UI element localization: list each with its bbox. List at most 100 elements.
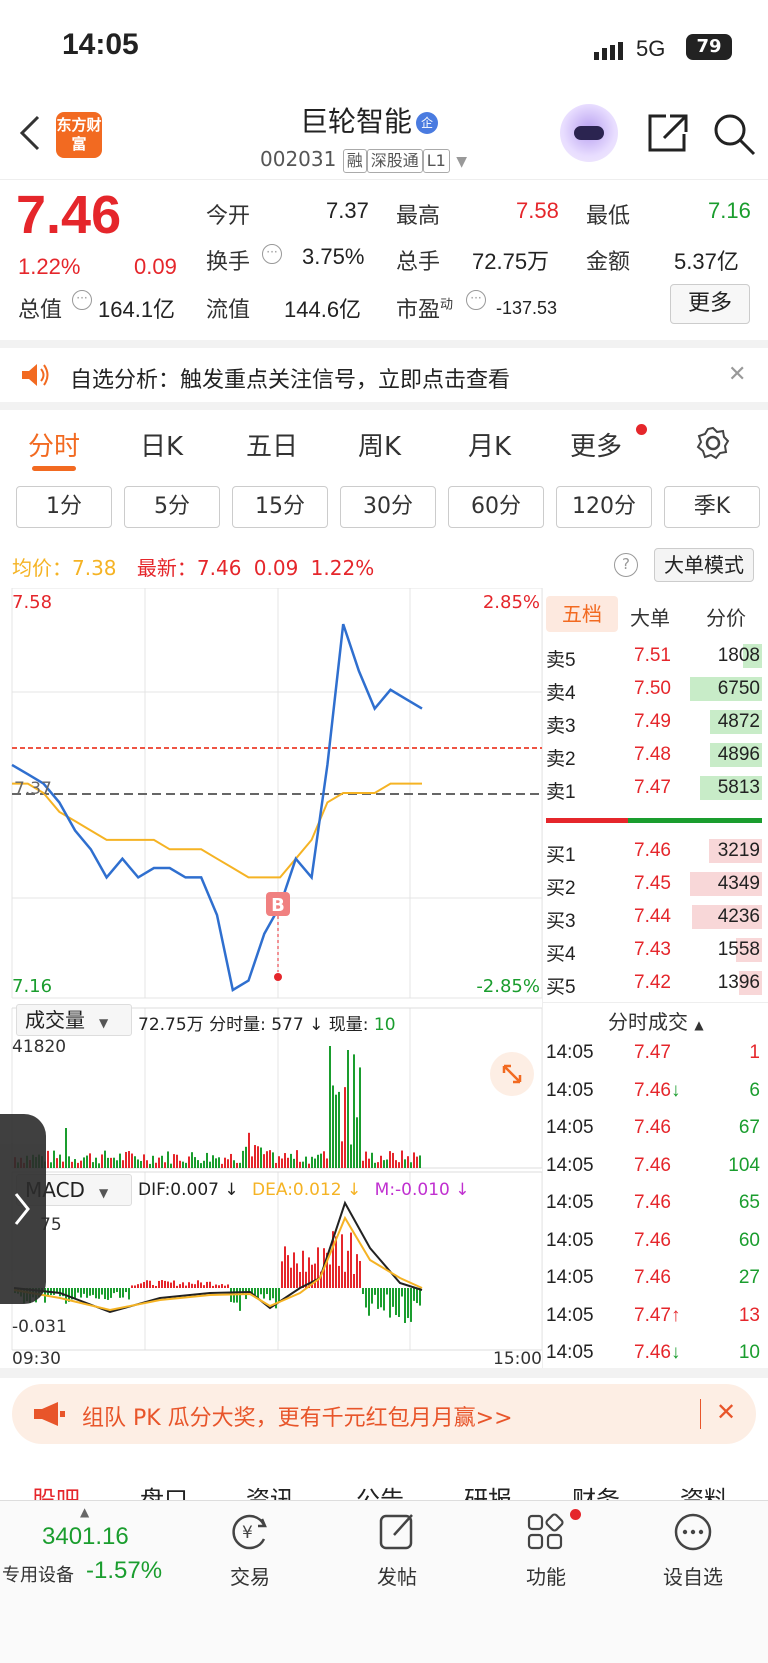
app-logo[interactable]: 东方财富: [56, 112, 102, 158]
vol-max-label: 41820: [12, 1037, 66, 1057]
ticks-title[interactable]: 分时成交 ▲: [608, 1006, 704, 1035]
ask-label: 卖1: [546, 782, 576, 803]
nav-post[interactable]: 发帖: [352, 1561, 442, 1590]
chart-info-line: 均价：7.38 最新：7.46 0.09 1.22%: [12, 556, 375, 580]
tab-five-day[interactable]: 五日: [246, 426, 298, 463]
volume-bar: [338, 1091, 340, 1168]
macd-bar: [197, 1280, 199, 1288]
intraday-chart[interactable]: B 7.58 7.16 2.85% -2.85% 7.37 41820 75 -…: [0, 588, 544, 1368]
stock-code-row[interactable]: 002031 融深股通 L1 ▼: [260, 147, 467, 173]
ask-row[interactable]: 卖5 7.51 1808: [546, 641, 762, 671]
volume-bar: [248, 1132, 250, 1168]
bid-row[interactable]: 买3 7.44 4236: [546, 902, 762, 932]
gear-icon[interactable]: [696, 426, 730, 464]
volume-bar: [140, 1160, 142, 1168]
book-tab-big-orders[interactable]: 大单: [630, 602, 670, 631]
macd-bar: [296, 1263, 298, 1288]
info-icon[interactable]: ···: [466, 290, 486, 310]
ask-row[interactable]: 卖4 7.50 6750: [546, 674, 762, 704]
nav-functions[interactable]: 功能: [501, 1561, 591, 1590]
period-quarter-k[interactable]: 季K: [664, 486, 760, 528]
info-icon[interactable]: ···: [72, 290, 92, 310]
ask-row[interactable]: 卖3 7.49 4872: [546, 707, 762, 737]
index-value[interactable]: 3401.16: [42, 1523, 129, 1551]
volume-bar: [245, 1146, 247, 1168]
period-60min[interactable]: 60分: [448, 486, 544, 528]
search-icon[interactable]: [712, 112, 756, 160]
macd-bar: [329, 1264, 331, 1288]
volume-bar: [77, 1162, 79, 1168]
subtab-profile[interactable]: 资料: [680, 1480, 728, 1500]
share-icon[interactable]: [646, 112, 690, 158]
tag-level: L1: [422, 149, 450, 173]
apps-icon[interactable]: [526, 1513, 566, 1557]
nav-trade[interactable]: 交易: [205, 1561, 295, 1590]
macd-bar: [383, 1288, 385, 1311]
bid-row[interactable]: 买1 7.46 3219: [546, 836, 762, 866]
latest-change: 0.09: [253, 556, 299, 580]
volume-selector[interactable]: 成交量 ▼: [16, 1004, 132, 1036]
subtab-forum[interactable]: 股吧: [32, 1480, 80, 1500]
subtab-news[interactable]: 资讯: [246, 1480, 294, 1500]
buy-marker-label: B: [271, 895, 285, 916]
promo-banner[interactable]: 组队 PK 瓜分大奖，更有千元红包月月赢>> ✕: [12, 1384, 756, 1444]
subtab-notices[interactable]: 公告: [356, 1480, 404, 1500]
macd-bar: [155, 1285, 157, 1288]
volume-bar: [179, 1160, 181, 1168]
period-120min[interactable]: 120分: [556, 486, 652, 528]
tab-daily-k[interactable]: 日K: [140, 426, 183, 463]
expand-icon[interactable]: [490, 1052, 534, 1096]
y-top-label: 7.58: [12, 592, 52, 613]
ask-row[interactable]: 卖2 7.48 4896: [546, 740, 762, 770]
tick-volume: 67: [738, 1117, 760, 1138]
subtab-finance[interactable]: 财务: [572, 1480, 620, 1500]
volume-bar: [89, 1153, 91, 1168]
volume-bar: [311, 1156, 313, 1168]
subtab-orderbook[interactable]: 盘口: [140, 1480, 188, 1500]
volume-bar: [200, 1163, 202, 1168]
volume-bar: [158, 1157, 160, 1168]
volume-bar: [206, 1152, 208, 1168]
book-tab-price-dist[interactable]: 分价: [706, 602, 746, 631]
tab-more[interactable]: 更多: [570, 426, 622, 463]
trade-icon[interactable]: ¥: [228, 1511, 272, 1555]
bid-volume: 3219: [717, 840, 760, 861]
bid-row[interactable]: 买2 7.45 4349: [546, 869, 762, 899]
period-15min[interactable]: 15分: [232, 486, 328, 528]
more-button[interactable]: 更多: [670, 284, 750, 324]
volume-bar: [131, 1153, 133, 1168]
back-icon[interactable]: [18, 115, 42, 155]
macd-bar: [215, 1284, 217, 1288]
ask-volume: 6750: [717, 678, 760, 699]
help-icon[interactable]: ?: [614, 553, 638, 577]
tab-monthly-k[interactable]: 月K: [468, 426, 511, 463]
chevron-up-icon[interactable]: ▲: [80, 1505, 89, 1519]
volume-bar: [341, 1141, 343, 1168]
more-dots-icon[interactable]: [672, 1511, 714, 1557]
edit-icon[interactable]: [378, 1511, 418, 1555]
info-icon[interactable]: ···: [262, 244, 282, 264]
side-drawer-handle[interactable]: [0, 1114, 46, 1304]
close-icon[interactable]: ✕: [716, 1398, 736, 1426]
macd-bar: [140, 1283, 142, 1288]
period-1min[interactable]: 1分: [16, 486, 112, 528]
volume-bar: [149, 1163, 151, 1168]
nav-customize[interactable]: 设自选: [648, 1561, 738, 1590]
robot-avatar-icon[interactable]: [560, 104, 618, 162]
ask-row[interactable]: 卖1 7.47 5813: [546, 773, 762, 803]
macd-bar: [410, 1288, 412, 1322]
volume-bar: [293, 1158, 295, 1168]
period-30min[interactable]: 30分: [340, 486, 436, 528]
big-order-mode-button[interactable]: 大单模式: [654, 548, 754, 582]
volume-bar: [71, 1161, 73, 1168]
tab-intraday[interactable]: 分时: [28, 426, 80, 463]
tick-time: 14:05: [546, 1117, 594, 1138]
close-icon[interactable]: ✕: [728, 362, 746, 387]
book-tab-five-levels[interactable]: 五档: [546, 596, 618, 632]
bid-row[interactable]: 买5 7.42 1396: [546, 968, 762, 998]
notice-bar[interactable]: 自选分析：触发重点关注信号，立即点击查看 ✕: [0, 348, 768, 402]
tab-weekly-k[interactable]: 周K: [358, 426, 401, 463]
bid-row[interactable]: 买4 7.43 1558: [546, 935, 762, 965]
subtab-research[interactable]: 研报: [464, 1480, 512, 1500]
period-5min[interactable]: 5分: [124, 486, 220, 528]
